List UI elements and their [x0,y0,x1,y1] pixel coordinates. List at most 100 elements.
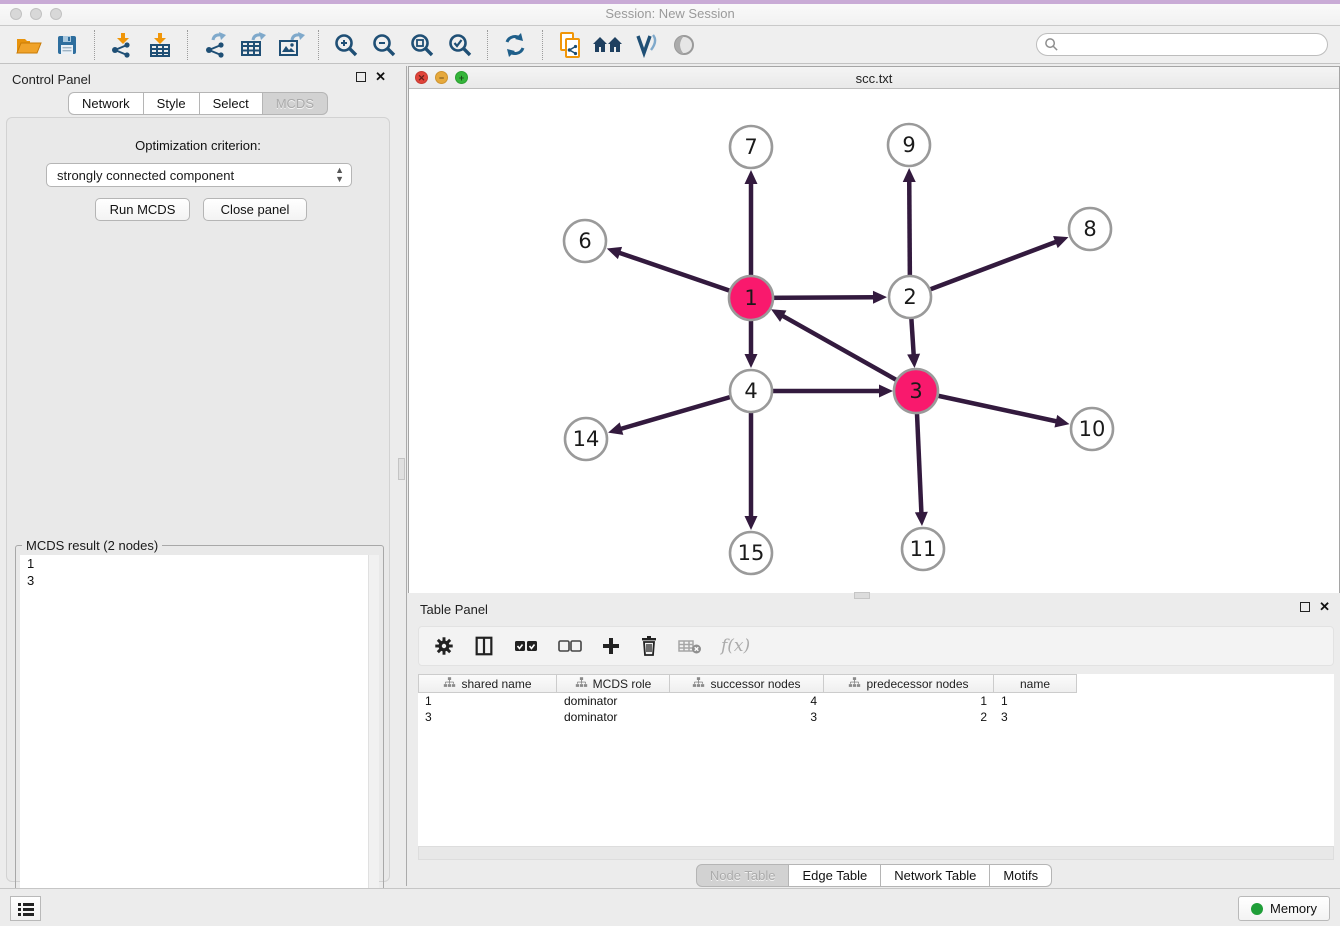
table-panel-title: Table Panel [420,602,488,617]
column-header-shared-name[interactable]: shared name [418,674,557,693]
refresh-layout-icon[interactable] [496,29,534,61]
node-label-15: 15 [738,541,765,565]
close-panel-icon[interactable]: ✕ [375,72,386,82]
table-panel-header: Table Panel ✕ [408,596,1340,622]
import-table-icon[interactable] [141,29,179,61]
network-window-titlebar[interactable]: ✕ − + scc.txt [409,67,1339,89]
column-header-successor-nodes[interactable]: successor nodes [670,674,824,693]
export-network-icon[interactable] [196,29,234,61]
table-cell[interactable]: 1 [418,693,557,709]
window-title: Session: New Session [0,6,1340,21]
result-line: 1 [20,555,379,572]
node-label-4: 4 [744,379,757,403]
table-row[interactable]: 1dominator411 [418,693,1334,709]
hide-selected-icon[interactable] [665,29,703,61]
table-cell[interactable]: 1 [994,693,1077,709]
optimization-criterion-value: strongly connected component [57,168,234,183]
import-network-icon[interactable] [103,29,141,61]
table-panel: Table Panel ✕ [408,596,1340,886]
table-cell[interactable]: 3 [994,709,1077,725]
titlebar-accent [0,0,1340,4]
table-cell[interactable]: dominator [557,693,670,709]
result-scrollbar[interactable] [368,555,379,922]
export-table-icon[interactable] [234,29,272,61]
close-panel-button[interactable]: Close panel [203,198,307,221]
column-header-label: successor nodes [710,677,800,691]
table-cell[interactable]: 4 [670,693,824,709]
duplicate-network-icon[interactable] [551,29,589,61]
column-header-name[interactable]: name [994,674,1077,693]
edge-2-8[interactable] [910,241,1057,297]
node-label-9: 9 [902,133,915,157]
tab-select[interactable]: Select [200,92,263,115]
edge-arrowhead-1-2 [873,291,887,304]
node-label-2: 2 [903,285,916,309]
mcds-result-groupbox: MCDS result (2 nodes) 13 [15,545,384,926]
table-tabs: Node TableEdge TableNetwork TableMotifs [408,864,1340,887]
edge-arrowhead-4-3 [879,385,893,398]
table-settings-gear-icon[interactable] [433,632,455,660]
save-session-icon[interactable] [48,29,86,61]
memory-status-icon [1251,903,1263,915]
zoom-out-icon[interactable] [365,29,403,61]
control-panel-tabs: NetworkStyleSelectMCDS [0,92,396,115]
export-image-icon[interactable] [272,29,310,61]
select-all-icon[interactable] [513,632,539,660]
function-builder-icon[interactable]: f(x) [721,632,750,660]
edge-arrowhead-4-15 [745,516,758,530]
memory-button[interactable]: Memory [1238,896,1330,921]
network-canvas[interactable]: 7968124314101511 [409,89,1339,593]
column-header-label: name [1020,677,1050,691]
edge-arrowhead-3-11 [915,512,928,526]
open-file-icon[interactable] [10,29,48,61]
first-neighbors-icon[interactable] [589,29,627,61]
table-toolbar: f(x) [418,626,1334,666]
node-label-6: 6 [578,229,591,253]
edge-arrowhead-2-3 [907,354,920,368]
control-panel-header: Control Panel ✕ [0,66,396,92]
optimization-criterion-select[interactable]: strongly connected component ▲▼ [46,163,352,187]
tab-edge-table[interactable]: Edge Table [789,864,881,887]
float-panel-icon[interactable] [356,72,366,82]
table-cell[interactable]: 3 [418,709,557,725]
task-history-button[interactable] [10,896,41,921]
zoom-fit-icon[interactable] [403,29,441,61]
zoom-selected-icon[interactable] [441,29,479,61]
control-panel: Control Panel ✕ NetworkStyleSelectMCDS O… [0,66,396,886]
tab-node-table[interactable]: Node Table [696,864,790,887]
tab-style[interactable]: Style [144,92,200,115]
delete-table-icon[interactable] [677,632,703,660]
tab-network-table[interactable]: Network Table [881,864,990,887]
vizmapper-icon[interactable] [627,29,665,61]
divider-grabber[interactable] [398,458,405,480]
table-header-row: shared nameMCDS role successor nodes prede… [418,674,1334,693]
tab-motifs[interactable]: Motifs [990,864,1052,887]
close-table-panel-icon[interactable]: ✕ [1319,602,1330,612]
shared-column-icon [443,677,456,691]
zoom-in-icon[interactable] [327,29,365,61]
tab-mcds[interactable]: MCDS [263,92,328,115]
column-header-predecessor-nodes[interactable]: predecessor nodes [824,674,994,693]
column-header-MCDS-role[interactable]: MCDS role [557,674,670,693]
tab-network[interactable]: Network [68,92,144,115]
table-cell[interactable]: 2 [824,709,994,725]
deselect-all-icon[interactable] [557,632,583,660]
application-window: Session: New Session [0,0,1340,926]
add-column-icon[interactable] [601,632,621,660]
status-bar: Memory [0,888,1340,926]
float-table-panel-icon[interactable] [1300,602,1310,612]
table-row[interactable]: 3dominator323 [418,709,1334,725]
run-mcds-button[interactable]: Run MCDS [95,198,190,221]
delete-column-icon[interactable] [639,632,659,660]
table-cell[interactable]: 1 [824,693,994,709]
panel-divider[interactable] [397,66,407,886]
mcds-result-textarea[interactable]: 13 [20,555,379,922]
table-cell[interactable]: 3 [670,709,824,725]
show-columns-icon[interactable] [473,632,495,660]
node-label-11: 11 [910,537,937,561]
mcds-tab-content: Optimization criterion: strongly connect… [6,117,390,882]
column-header-label: predecessor nodes [866,677,968,691]
search-input[interactable] [1036,33,1328,56]
table-horizontal-scrollbar[interactable] [418,846,1334,860]
table-cell[interactable]: dominator [557,709,670,725]
